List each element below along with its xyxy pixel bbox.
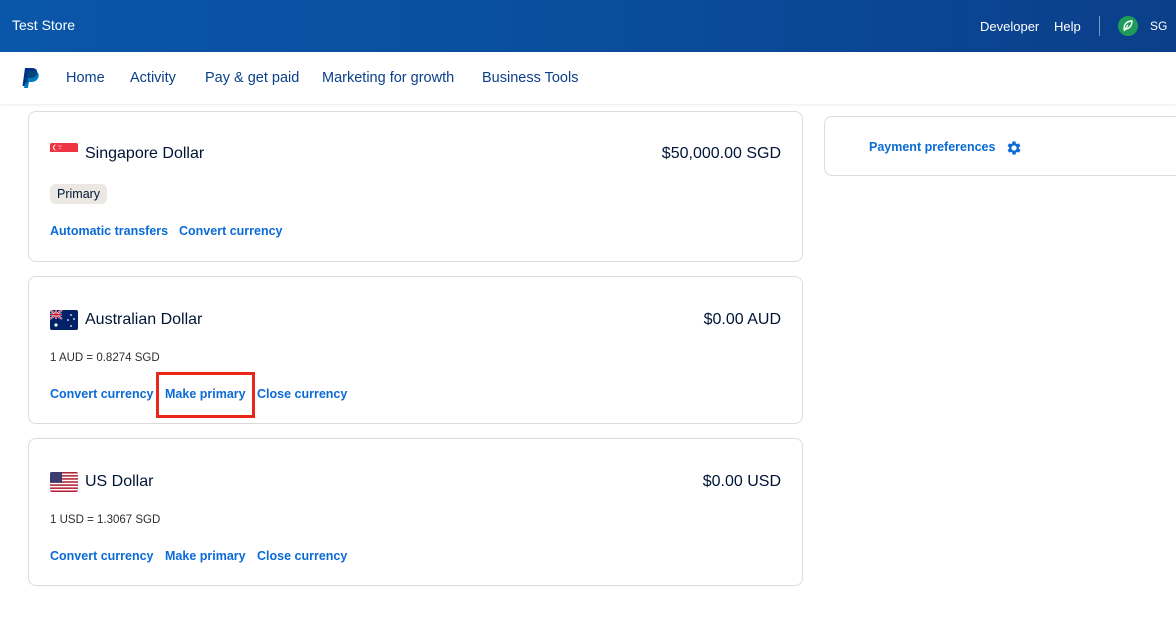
automatic-transfers-link[interactable]: Automatic transfers	[50, 224, 168, 238]
make-primary-highlight	[156, 372, 255, 418]
payment-preferences-card: Payment preferences	[824, 116, 1176, 176]
top-bar: Test Store Developer Help SG	[0, 0, 1176, 52]
exchange-rate: 1 AUD = 0.8274 SGD	[50, 352, 160, 364]
primary-badge: Primary	[50, 184, 108, 204]
currency-card-sgd: Singapore Dollar $50,000.00 SGD Primary …	[28, 111, 803, 262]
nav-activity[interactable]: Activity	[130, 70, 176, 86]
currency-name: Australian Dollar	[85, 311, 203, 328]
currency-balance: $0.00 AUD	[703, 311, 781, 328]
australia-flag-icon	[50, 310, 78, 330]
store-name[interactable]: Test Store	[12, 17, 75, 33]
make-primary-link[interactable]: Make primary	[165, 549, 246, 563]
currency-card-aud: Australian Dollar $0.00 AUD 1 AUD = 0.82…	[28, 276, 803, 424]
payment-preferences-link[interactable]: Payment preferences	[869, 140, 995, 154]
currency-name: Singapore Dollar	[85, 145, 205, 162]
nav-marketing-for-growth[interactable]: Marketing for growth	[322, 70, 454, 86]
currency-balance: $50,000.00 SGD	[661, 145, 781, 162]
usa-flag-icon	[50, 472, 78, 492]
nav-business-tools[interactable]: Business Tools	[482, 70, 578, 86]
nav-home[interactable]: Home	[66, 70, 105, 86]
exchange-rate: 1 USD = 1.3067 SGD	[50, 514, 161, 526]
convert-currency-link[interactable]: Convert currency	[50, 387, 154, 401]
leaf-icon	[1123, 20, 1133, 32]
developer-link[interactable]: Developer	[980, 19, 1039, 34]
currency-card-usd: US Dollar $0.00 USD 1 USD = 1.3067 SGD C…	[28, 438, 803, 586]
convert-currency-link[interactable]: Convert currency	[179, 224, 283, 238]
user-initials[interactable]: SG	[1150, 19, 1167, 33]
nav-pay-and-get-paid[interactable]: Pay & get paid	[205, 70, 299, 86]
gear-icon[interactable]	[1005, 139, 1023, 157]
close-currency-link[interactable]: Close currency	[257, 549, 347, 563]
main-nav: Home Activity Pay & get paid Marketing f…	[0, 52, 1176, 104]
currency-name: US Dollar	[85, 473, 154, 490]
currency-balance: $0.00 USD	[702, 473, 781, 490]
singapore-flag-icon	[50, 143, 78, 161]
close-currency-link[interactable]: Close currency	[257, 387, 347, 401]
paypal-logo[interactable]	[20, 67, 40, 89]
avatar[interactable]	[1118, 16, 1138, 36]
help-link[interactable]: Help	[1054, 19, 1081, 34]
convert-currency-link[interactable]: Convert currency	[50, 549, 154, 563]
divider	[1099, 16, 1100, 36]
